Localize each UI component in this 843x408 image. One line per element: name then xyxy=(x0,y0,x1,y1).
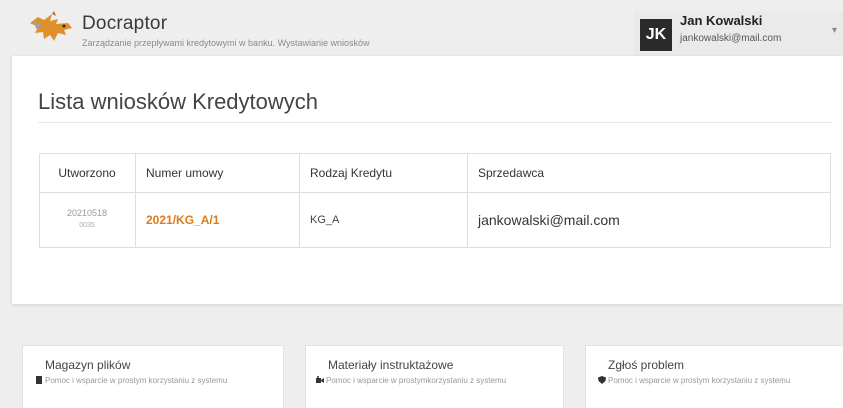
info-card-report-problem[interactable]: Zgłoś problem Pomoc i wsparcie w prostym… xyxy=(585,345,843,408)
video-icon xyxy=(316,376,324,383)
created-time: 0035 xyxy=(79,222,95,229)
avatar[interactable]: JK xyxy=(640,19,672,51)
info-card-title: Magazyn plików xyxy=(45,358,131,372)
table-row[interactable]: 20210518 0035 2021/KG_A/1 KG_A jankowals… xyxy=(39,192,831,248)
column-header-credit-type[interactable]: Rodzaj Kredytu xyxy=(299,153,468,193)
info-card-description: Pomoc i wsparcie w prostym korzystaniu z… xyxy=(35,375,240,387)
seller-cell: jankowalski@mail.com xyxy=(467,192,831,248)
user-email: jankowalski@mail.com xyxy=(680,33,782,44)
applications-card: Lista wniosków Kredytowych Utworzono Num… xyxy=(12,56,843,304)
info-card-description-text: Pomoc i wsparcie w prostym korzystaniu z… xyxy=(608,376,791,385)
contract-number-link[interactable]: 2021/KG_A/1 xyxy=(146,213,219,227)
info-card-description: Pomoc i wsparcie w prostym korzystaniu z… xyxy=(598,375,803,387)
table-header-row: Utworzono Numer umowy Rodzaj Kredytu Spr… xyxy=(39,153,831,193)
applications-table: Utworzono Numer umowy Rodzaj Kredytu Spr… xyxy=(39,153,831,248)
app-title[interactable]: Docraptor xyxy=(82,13,167,35)
chevron-down-icon[interactable]: ▾ xyxy=(832,25,837,36)
info-card-description-text: Pomoc i wsparcie w prostym korzystaniu z… xyxy=(45,376,228,385)
info-card-title: Materiały instruktażowe xyxy=(328,358,454,372)
file-icon xyxy=(36,376,42,384)
created-date: 20210518 xyxy=(66,208,108,218)
column-header-contract-number[interactable]: Numer umowy xyxy=(135,153,300,193)
column-header-seller[interactable]: Sprzedawca xyxy=(467,153,831,193)
page-title: Lista wniosków Kredytowych xyxy=(38,89,319,114)
app-subtitle: Zarządzanie przepływami kredytowymi w ba… xyxy=(82,38,370,48)
info-card-tutorials[interactable]: Materiały instruktażowe Pomoc i wsparcie… xyxy=(305,345,564,408)
info-card-file-storage[interactable]: Magazyn plików Pomoc i wsparcie w prosty… xyxy=(22,345,284,408)
info-card-title: Zgłoś problem xyxy=(608,358,685,372)
info-card-description: Pomoc i wsparcie w prostymkorzystaniu z … xyxy=(316,375,521,387)
title-divider xyxy=(38,122,832,123)
user-name: Jan Kowalski xyxy=(680,13,763,28)
header: Docraptor Zarządzanie przepływami kredyt… xyxy=(0,0,843,57)
user-menu[interactable]: JK Jan Kowalski jankowalski@mail.com ▾ xyxy=(634,11,843,57)
created-cell: 20210518 0035 xyxy=(39,192,136,248)
contract-number-cell: 2021/KG_A/1 xyxy=(135,192,300,248)
column-header-created[interactable]: Utworzono xyxy=(39,153,136,193)
info-card-description-text: Pomoc i wsparcie w prostymkorzystaniu z … xyxy=(326,376,507,385)
credit-type-cell: KG_A xyxy=(299,192,468,248)
raptor-logo-icon[interactable] xyxy=(28,11,74,45)
shield-icon xyxy=(598,376,606,384)
